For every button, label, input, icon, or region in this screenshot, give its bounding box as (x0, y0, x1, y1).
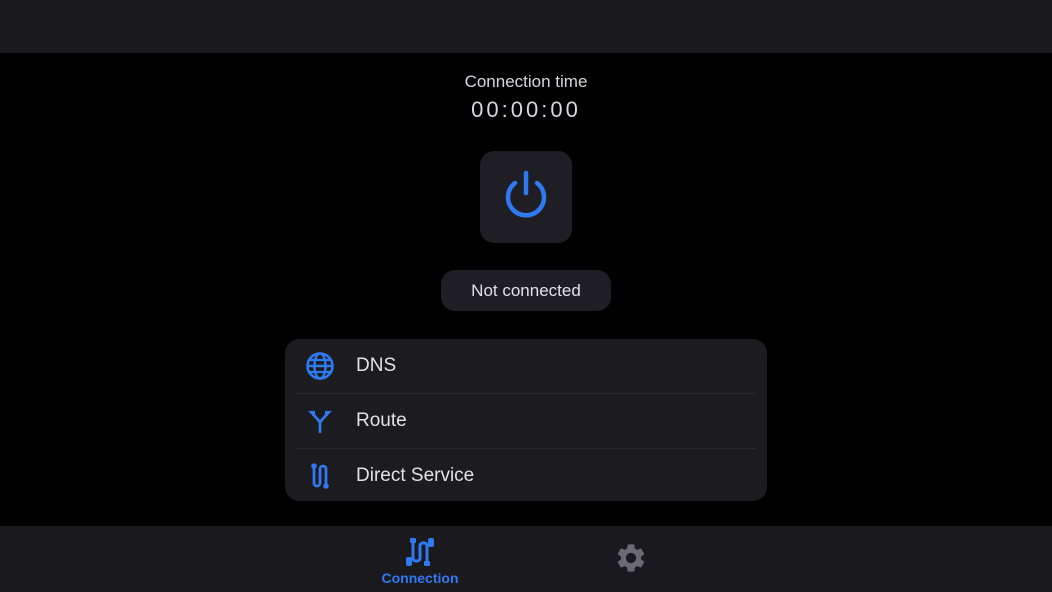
menu-item-label: Direct Service (356, 465, 475, 486)
menu-item-route[interactable]: Route (285, 394, 767, 448)
power-button[interactable] (480, 151, 572, 243)
direct-service-icon (305, 461, 335, 491)
menu-item-label: Route (356, 410, 407, 431)
nav-tab-settings[interactable] (571, 526, 691, 592)
menu-item-label: DNS (356, 355, 397, 376)
connection-status-badge: Not connected (441, 270, 611, 311)
menu-item-dns[interactable]: DNS (285, 339, 767, 393)
connection-screen: Connection time 00:00:00 Not connected D… (0, 53, 1052, 526)
globe-icon (305, 351, 335, 381)
bottom-navigation: Connection (0, 526, 1052, 592)
connection-time-label: Connection time (464, 72, 588, 91)
nav-tab-connection[interactable]: Connection (360, 526, 480, 592)
menu-item-direct-service[interactable]: Direct Service (285, 449, 767, 501)
top-app-bar (0, 0, 1052, 53)
nav-tab-label: Connection (381, 570, 459, 586)
app-window: Connection time 00:00:00 Not connected D… (0, 0, 1052, 592)
gear-icon (614, 541, 648, 575)
connection-time-value: 00:00:00 (471, 97, 581, 122)
route-split-icon (305, 406, 335, 436)
connection-icon (403, 535, 437, 569)
settings-menu-card: DNS Route Direct Service (285, 339, 767, 501)
power-icon (499, 168, 553, 227)
